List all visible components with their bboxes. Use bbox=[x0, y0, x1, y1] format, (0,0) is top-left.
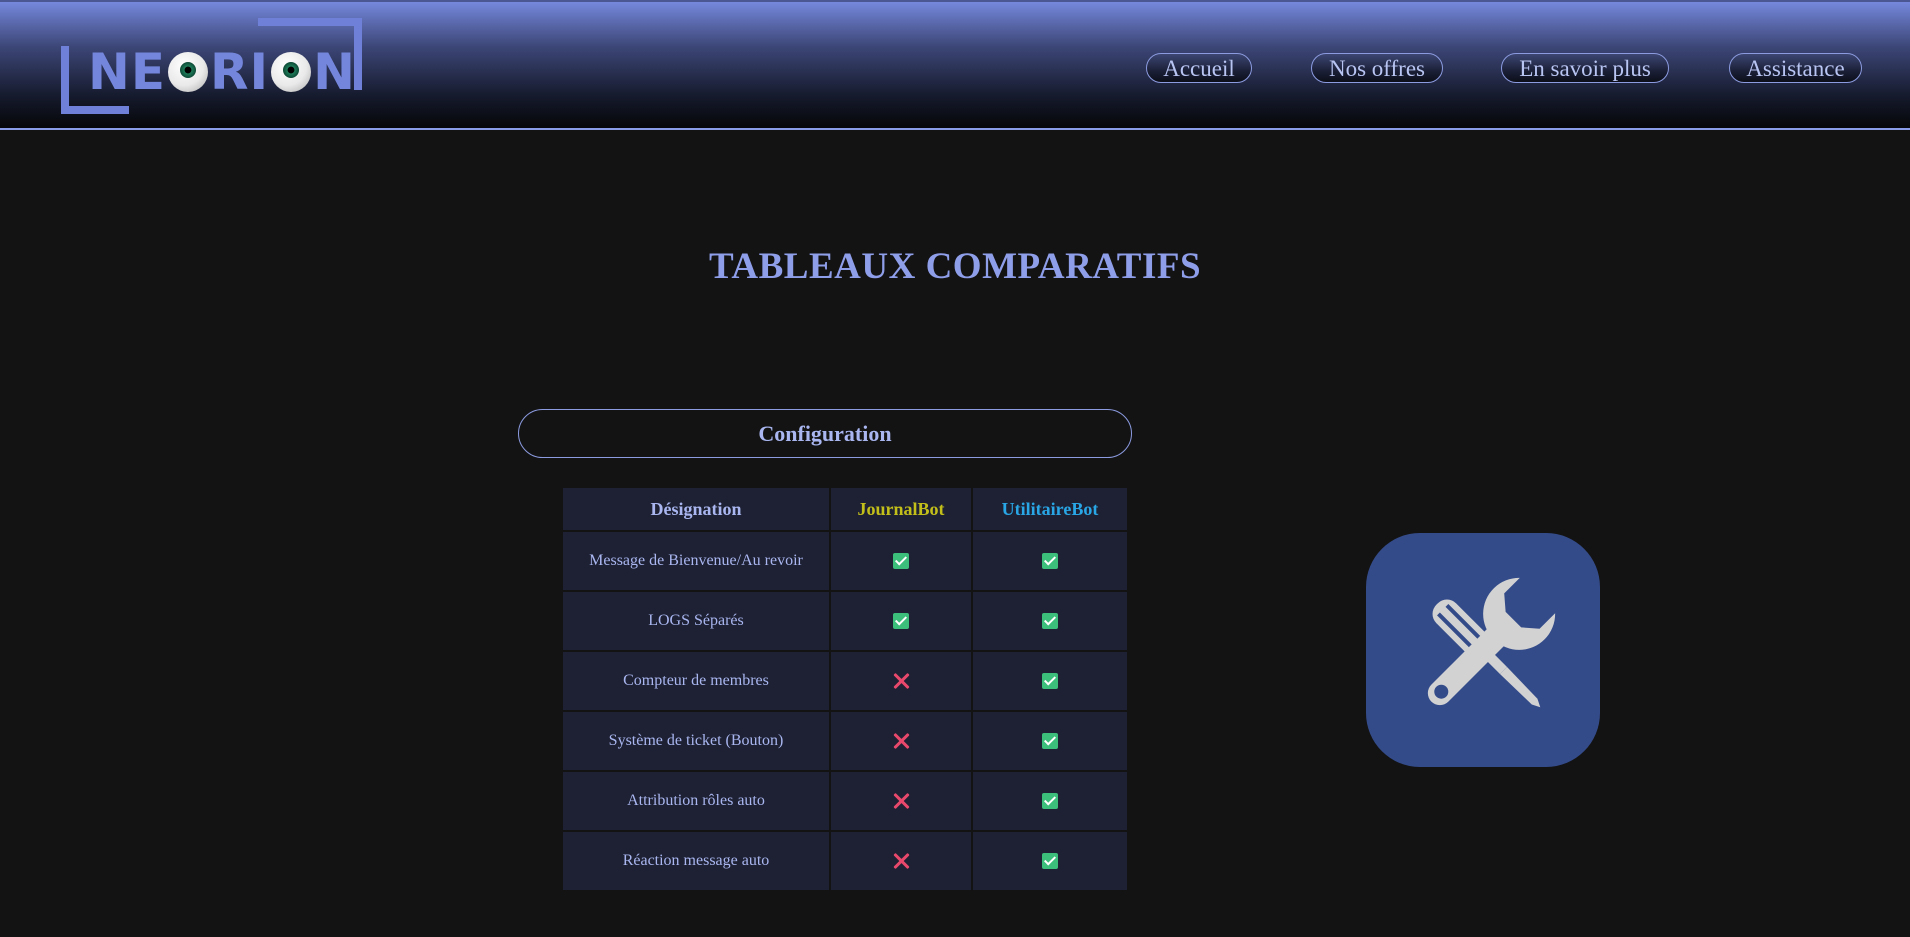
utilitairebot-cell bbox=[973, 712, 1127, 770]
table-row: Attribution rôles auto bbox=[563, 772, 1127, 830]
logo-letters-n: N bbox=[313, 43, 356, 101]
section-configuration: Configuration bbox=[518, 409, 1132, 458]
journalbot-cell bbox=[831, 532, 971, 590]
journalbot-cell bbox=[831, 652, 971, 710]
table-row: Message de Bienvenue/Au revoir bbox=[563, 532, 1127, 590]
utilitairebot-cell bbox=[973, 772, 1127, 830]
cross-icon bbox=[892, 792, 910, 810]
eye-icon bbox=[271, 52, 312, 92]
table-row: Système de ticket (Bouton) bbox=[563, 712, 1127, 770]
utilitairebot-cell bbox=[973, 592, 1127, 650]
check-icon bbox=[1042, 853, 1058, 870]
logo-letters-ne: NE bbox=[88, 43, 167, 101]
logo-wordmark: NE RI N bbox=[88, 42, 356, 102]
feature-label: Système de ticket (Bouton) bbox=[563, 712, 829, 770]
feature-label: Réaction message auto bbox=[563, 832, 829, 890]
cross-icon bbox=[892, 672, 910, 690]
nav-en-savoir-plus[interactable]: En savoir plus bbox=[1501, 53, 1669, 83]
neorion-logo[interactable]: NE RI N bbox=[60, 18, 365, 118]
comparison-table: Désignation JournalBot UtilitaireBot Mes… bbox=[561, 486, 1129, 892]
check-icon bbox=[1042, 553, 1058, 570]
check-icon bbox=[893, 613, 909, 630]
eye-icon bbox=[168, 52, 209, 92]
feature-label: Compteur de membres bbox=[563, 652, 829, 710]
header-utilitairebot: UtilitaireBot bbox=[973, 488, 1127, 530]
check-icon bbox=[1042, 793, 1058, 810]
table-row: Réaction message auto bbox=[563, 832, 1127, 890]
check-icon bbox=[1042, 733, 1058, 750]
journalbot-cell bbox=[831, 832, 971, 890]
table-header-row: Désignation JournalBot UtilitaireBot bbox=[563, 488, 1127, 530]
journalbot-cell bbox=[831, 772, 971, 830]
nav-accueil[interactable]: Accueil bbox=[1146, 53, 1252, 83]
page-title: TABLEAUX COMPARATIFS bbox=[708, 246, 1202, 287]
wrench-screwdriver-icon bbox=[1366, 533, 1600, 767]
logo-letters-ri: RI bbox=[210, 43, 270, 101]
header-designation: Désignation bbox=[563, 488, 829, 530]
table-row: LOGS Séparés bbox=[563, 592, 1127, 650]
site-header: NE RI N Accueil Nos offres En savoir plu… bbox=[0, 0, 1910, 130]
feature-label: LOGS Séparés bbox=[563, 592, 829, 650]
header-journalbot: JournalBot bbox=[831, 488, 971, 530]
check-icon bbox=[1042, 613, 1058, 630]
utilitairebot-cell bbox=[973, 532, 1127, 590]
journalbot-cell bbox=[831, 712, 971, 770]
table-row: Compteur de membres bbox=[563, 652, 1127, 710]
journalbot-cell bbox=[831, 592, 971, 650]
check-icon bbox=[893, 553, 909, 570]
feature-label: Message de Bienvenue/Au revoir bbox=[563, 532, 829, 590]
check-icon bbox=[1042, 673, 1058, 690]
utilitairebot-cell bbox=[973, 832, 1127, 890]
cross-icon bbox=[892, 732, 910, 750]
feature-label: Attribution rôles auto bbox=[563, 772, 829, 830]
nav-nos-offres[interactable]: Nos offres bbox=[1311, 53, 1443, 83]
cross-icon bbox=[892, 852, 910, 870]
utilitairebot-cell bbox=[973, 652, 1127, 710]
nav-assistance[interactable]: Assistance bbox=[1729, 53, 1862, 83]
